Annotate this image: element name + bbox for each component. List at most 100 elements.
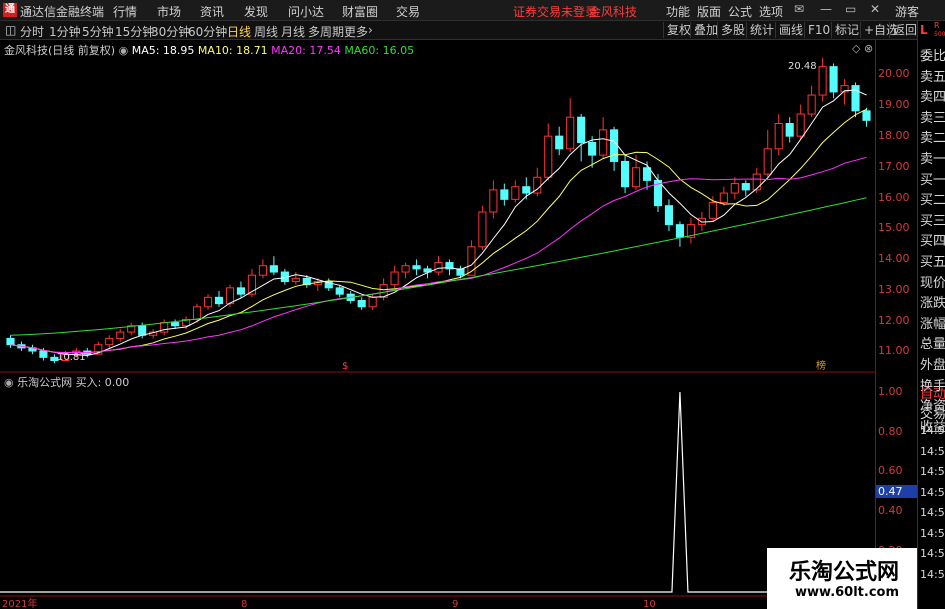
kline-chart[interactable]: 20.48 10.81 $ 榜 2021年 8 9 10 — [0, 40, 875, 609]
side-item[interactable]: 总量 — [920, 333, 945, 352]
side-item[interactable]: 买四 — [920, 230, 945, 249]
candle-body[interactable] — [577, 116, 586, 143]
menu-banmian[interactable]: 版面 — [697, 3, 721, 20]
candle-body[interactable] — [192, 306, 202, 320]
candle-body[interactable] — [741, 183, 750, 191]
candle-body[interactable] — [335, 287, 344, 295]
tab-1min[interactable]: 1分钟 — [49, 23, 81, 40]
candle-body[interactable] — [566, 116, 575, 150]
tab-fenshi[interactable]: 分时 — [20, 23, 44, 40]
side-item[interactable]: 买一 — [920, 169, 945, 188]
candle-body[interactable] — [500, 189, 509, 200]
candle-body[interactable] — [291, 277, 300, 283]
candle-body[interactable] — [642, 167, 652, 181]
side-item[interactable]: 卖一 — [920, 148, 945, 167]
indicator-settings-icon[interactable]: ◉ — [4, 376, 17, 389]
candle-body[interactable] — [555, 135, 564, 150]
event-marker-bang[interactable]: 榜 — [816, 359, 826, 372]
candle-body[interactable] — [138, 325, 147, 336]
btn-huaxian[interactable]: 画线 — [775, 22, 806, 38]
close-icon[interactable]: ✕ — [870, 2, 880, 16]
btn-tongji[interactable]: 统计 — [746, 22, 777, 38]
more-chevron-icon[interactable]: › — [368, 23, 373, 37]
candle-body[interactable] — [851, 85, 860, 112]
side-item[interactable]: 涨幅 — [920, 313, 945, 332]
candle-body[interactable] — [862, 110, 871, 121]
candle-body[interactable] — [796, 113, 805, 137]
chart-area[interactable]: 20.48 10.81 $ 榜 2021年 8 9 10 金风科技(日线 前复权… — [0, 40, 875, 609]
candle-body[interactable] — [818, 66, 827, 96]
candle-body[interactable] — [39, 350, 48, 358]
candle-body[interactable] — [610, 129, 619, 162]
candle-body[interactable] — [434, 262, 443, 273]
candle-body[interactable] — [269, 265, 278, 273]
trade-login-notice[interactable]: 证券交易未登录 — [513, 3, 597, 20]
menu-faxian[interactable]: 发现 — [244, 3, 268, 20]
menu-gongshi[interactable]: 公式 — [728, 3, 752, 20]
side-item[interactable]: 卖三 — [920, 107, 945, 126]
candle-body[interactable] — [763, 148, 772, 175]
maximize-icon[interactable]: ▭ — [845, 2, 856, 16]
tab-monthly[interactable]: 月线 — [281, 23, 305, 40]
side-item[interactable]: 卖四 — [920, 86, 945, 105]
side-item[interactable]: 委比 — [920, 45, 945, 64]
side-lower-item[interactable]: 交易 — [920, 403, 945, 422]
candle-body[interactable] — [368, 296, 377, 308]
message-icon[interactable]: ✉ — [794, 2, 804, 16]
candle-body[interactable] — [774, 123, 783, 150]
candle-body[interactable] — [752, 173, 761, 191]
diamond-icon[interactable]: ◇ — [852, 42, 860, 55]
side-item[interactable]: 卖二 — [920, 127, 945, 146]
candle-body[interactable] — [203, 296, 213, 308]
candle-body[interactable] — [829, 66, 838, 93]
candle-body[interactable] — [708, 202, 717, 219]
settings-dot-icon[interactable]: ◉ — [119, 44, 132, 57]
btn-biaoji[interactable]: 标记 — [831, 22, 862, 38]
candle-body[interactable] — [214, 296, 224, 305]
candle-body[interactable] — [522, 186, 531, 194]
candle-body[interactable] — [785, 123, 794, 137]
candle-body[interactable] — [599, 129, 608, 156]
candle-body[interactable] — [588, 141, 597, 156]
side-item[interactable]: 卖五 — [920, 66, 945, 85]
candle-body[interactable] — [544, 135, 553, 178]
tab-weekly[interactable]: 周线 — [254, 23, 278, 40]
candle-body[interactable] — [719, 192, 728, 204]
candle-body[interactable] — [511, 186, 520, 200]
menu-xuanxiang[interactable]: 选项 — [759, 3, 783, 20]
user-guest[interactable]: 游客 — [895, 3, 919, 20]
candle-body[interactable] — [730, 183, 739, 194]
btn-back[interactable]: 返回 — [889, 22, 920, 38]
chart-close-icon[interactable]: ⊗ — [864, 42, 873, 55]
minimize-icon[interactable]: — — [820, 2, 832, 16]
candle-body[interactable] — [621, 160, 630, 188]
tab-60min[interactable]: 60分钟 — [188, 23, 227, 40]
menu-zixun[interactable]: 资讯 — [200, 3, 224, 20]
side-lower-item[interactable]: 自动 — [920, 383, 945, 402]
candle-body[interactable] — [478, 211, 487, 248]
candle-body[interactable] — [631, 167, 641, 188]
candle-body[interactable] — [116, 331, 125, 339]
tab-15min[interactable]: 15分钟 — [115, 23, 154, 40]
btn-duogu[interactable]: 多股 — [717, 22, 748, 38]
candle-body[interactable] — [401, 265, 410, 273]
side-item[interactable]: 涨跌 — [920, 292, 945, 311]
candle-body[interactable] — [807, 94, 816, 115]
candle-body[interactable] — [105, 337, 114, 346]
menu-gongneng[interactable]: 功能 — [666, 3, 690, 20]
menu-caifuquan[interactable]: 财富圈 — [342, 3, 378, 20]
candle-body[interactable] — [357, 299, 366, 308]
icon-grid[interactable]: ◫ — [5, 23, 16, 37]
tab-more[interactable]: 更多 — [344, 23, 368, 40]
candle-body[interactable] — [171, 322, 180, 327]
tab-daily[interactable]: 日线 — [227, 23, 251, 40]
candle-body[interactable] — [675, 224, 685, 238]
btn-f10[interactable]: F10 — [804, 22, 833, 38]
menu-jiaoyi[interactable]: 交易 — [396, 3, 420, 20]
candle-body[interactable] — [225, 287, 235, 305]
side-item[interactable]: 外盘 — [920, 354, 945, 373]
candle-body[interactable] — [258, 265, 267, 276]
candle-body[interactable] — [6, 337, 15, 346]
side-item[interactable]: 买二 — [920, 189, 945, 208]
candle-body[interactable] — [664, 205, 674, 226]
